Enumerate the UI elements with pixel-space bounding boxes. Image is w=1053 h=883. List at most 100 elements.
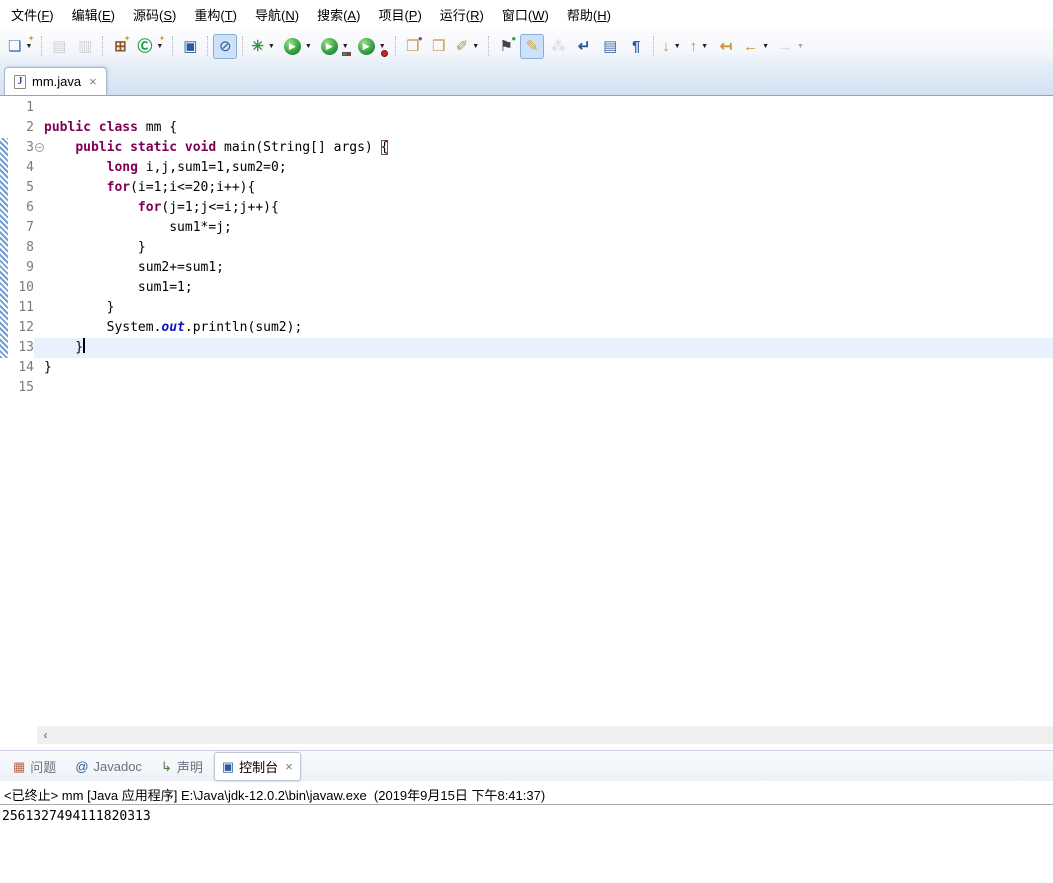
profile-button-dropdown[interactable]: ▼ [378, 43, 387, 50]
save-all-button: ▥ [73, 34, 97, 59]
code-line-10[interactable]: 10 sum1=1; [0, 278, 1053, 298]
last-edit-pin-button[interactable]: ⚑ ● [494, 34, 518, 59]
decorator-icon: ● [511, 33, 517, 43]
code-line-8[interactable]: 8 } [0, 238, 1053, 258]
horizontal-scrollbar[interactable]: ‹ [37, 726, 1053, 744]
view-tab-label: 声明 [176, 759, 203, 775]
back-button-dropdown[interactable]: ▼ [761, 43, 770, 50]
open-resource-button[interactable]: ❒ [427, 34, 451, 59]
run-button[interactable]: ▶ ▼ [281, 34, 316, 59]
back-button[interactable]: ← ▼ [740, 34, 773, 59]
previous-annotation-button[interactable]: ↑ ▼ [687, 34, 712, 59]
view-tab-problems[interactable]: ▦ 问题 [5, 752, 64, 781]
show-whitespace-button[interactable]: ¶ [624, 34, 648, 59]
save-button: ▤ [47, 34, 71, 59]
code-line-15[interactable]: 15 [0, 378, 1053, 398]
new-wizard-button-dropdown[interactable]: ▼ [24, 43, 33, 50]
view-tab-console[interactable]: ▣ 控制台 × [213, 751, 301, 781]
last-edit-location-button[interactable]: ↤ [714, 34, 738, 59]
previous-annotation-button-dropdown[interactable]: ▼ [700, 43, 709, 50]
code-text: public static void main(String[] args) { [75, 140, 389, 155]
code-text: } [44, 360, 52, 375]
code-line-11[interactable]: 11 } [0, 298, 1053, 318]
word-wrap-button[interactable]: ↵ [572, 34, 596, 59]
code-line-13[interactable]: 13 } [0, 338, 1053, 358]
coverage-button-dropdown[interactable]: ▼ [341, 43, 350, 50]
fold-column [34, 178, 44, 198]
skip-breakpoints-toggle[interactable]: ⊘ [213, 33, 238, 59]
show-selected-element-button[interactable]: ▤ [598, 34, 622, 59]
coverage-button[interactable]: ▶ ▼ [318, 34, 353, 59]
code-line-6[interactable]: 6 for(j=1;j<=i;j++){ [0, 198, 1053, 218]
menu-navigate[interactable]: 导航(N) [246, 1, 308, 28]
scroll-left-arrow-icon[interactable]: ‹ [37, 726, 54, 744]
code-text: } [44, 300, 115, 315]
fold-column [34, 298, 44, 318]
view-tab-declaration[interactable]: ↳ 声明 [153, 752, 211, 781]
fold-column [34, 378, 44, 398]
panel-divider[interactable] [0, 744, 1053, 751]
toolbar: ❏ ✦ ▼ ▤ ▥ ⊞ ✦ Ⓒ ✦ ▼ ▣ ⊘ ✳ ▼ ▶ ▼ ▶ ▼ ▶ ▼ ❒ ● ❒ ✐ ▼ ⚑ ● ✎ ⁂ ↵ ▤ ¶ ↓ ▼ ↑ ▼ ↤ ← ▼ →… [0, 28, 1053, 64]
code-line-12[interactable]: 12 System.out.println(sum2); [0, 318, 1053, 338]
show-whitespace-icon: ¶ [632, 37, 641, 55]
menu-refactor[interactable]: 重构(T) [185, 1, 246, 28]
new-java-project-button[interactable]: ⊞ ✦ [108, 34, 132, 59]
code-text: System.out.println(sum2); [44, 320, 303, 335]
code-line-2[interactable]: 2 public class mm { [0, 118, 1053, 138]
word-wrap-icon: ↵ [577, 37, 591, 55]
menu-project[interactable]: 项目(P) [369, 1, 430, 28]
debug-button-dropdown[interactable]: ▼ [267, 43, 276, 50]
run-button-dropdown[interactable]: ▼ [304, 43, 313, 50]
fold-column [34, 198, 44, 218]
view-tab-javadoc[interactable]: @ Javadoc [67, 754, 150, 779]
profile-button[interactable]: ▶ ▼ [355, 34, 390, 59]
menu-search[interactable]: 搜索(A) [308, 1, 369, 28]
debug-button[interactable]: ✳ ▼ [248, 34, 279, 59]
new-class-icon: Ⓒ [137, 37, 153, 55]
hscrollbar-spacer [0, 726, 37, 744]
close-icon[interactable]: × [285, 760, 293, 773]
editor-tab-mm-java[interactable]: J mm.java × [4, 67, 107, 95]
menu-file[interactable]: 文件(F) [2, 1, 63, 28]
close-icon[interactable]: × [89, 75, 97, 88]
next-annotation-button-dropdown[interactable]: ▼ [673, 43, 682, 50]
editor-tabstrip: J mm.java × [0, 64, 1053, 96]
fold-column [34, 258, 44, 278]
new-wizard-button[interactable]: ❏ ✦ ▼ [5, 34, 36, 59]
menu-source[interactable]: 源码(S) [124, 1, 185, 28]
menu-window[interactable]: 窗口(W) [493, 1, 558, 28]
menu-run[interactable]: 运行(R) [431, 1, 493, 28]
open-console-button[interactable]: ▣ [178, 34, 202, 59]
code-line-1[interactable]: 1 [0, 98, 1053, 118]
toolbar-separator [102, 36, 104, 56]
search-icon: ✐ [455, 37, 469, 55]
code-line-4[interactable]: 4 long i,j,sum1=1,sum2=0; [0, 158, 1053, 178]
code-line-3[interactable]: 3− public static void main(String[] args… [0, 138, 1053, 158]
search-button-dropdown[interactable]: ▼ [471, 43, 480, 50]
open-console-icon: ▣ [183, 37, 198, 55]
declaration-icon: ↳ [160, 758, 172, 774]
toolbar-separator [653, 36, 655, 56]
next-annotation-button[interactable]: ↓ ▼ [659, 34, 684, 59]
forward-button-dropdown[interactable]: ▼ [796, 43, 805, 50]
console-output[interactable]: 2561327494111820313 [0, 805, 1053, 828]
menu-help[interactable]: 帮助(H) [558, 1, 620, 28]
mark-occurrences-toggle[interactable]: ✎ [520, 33, 545, 59]
code-line-9[interactable]: 9 sum2+=sum1; [0, 258, 1053, 278]
code-line-7[interactable]: 7 sum1*=j; [0, 218, 1053, 238]
collapse-icon[interactable]: − [35, 143, 44, 152]
fold-column [34, 238, 44, 258]
fold-column [34, 158, 44, 178]
search-button[interactable]: ✐ ▼ [453, 34, 484, 59]
code-editor[interactable]: 1 2 public class mm {3− public static void… [0, 96, 1053, 726]
open-type-button[interactable]: ❒ ● [401, 34, 425, 59]
toolbar-separator [242, 36, 244, 56]
code-line-14[interactable]: 14} [0, 358, 1053, 378]
menu-edit[interactable]: 编辑(E) [63, 1, 124, 28]
code-lines: 1 2 public class mm {3− public static void… [0, 98, 1053, 398]
new-class-button[interactable]: Ⓒ ✦ ▼ [134, 34, 167, 59]
text-cursor [83, 338, 85, 353]
code-text: for(i=1;i<=20;i++){ [106, 180, 256, 195]
code-line-5[interactable]: 5 for(i=1;i<=20;i++){ [0, 178, 1053, 198]
new-class-button-dropdown[interactable]: ▼ [155, 43, 164, 50]
